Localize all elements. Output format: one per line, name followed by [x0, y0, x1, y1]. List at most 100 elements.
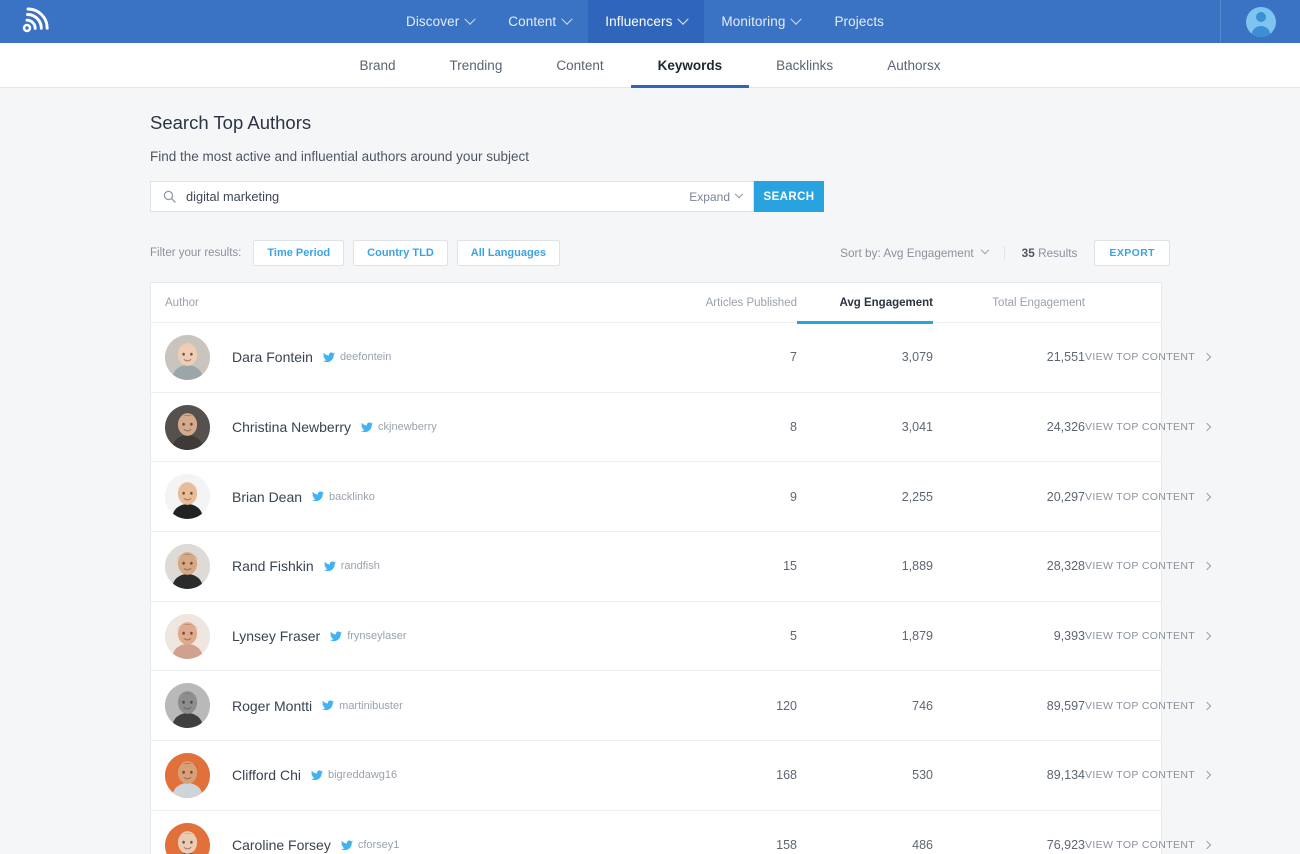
search-icon — [163, 190, 176, 203]
page-title: Search Top Authors — [150, 112, 1170, 134]
twitter-handle-link[interactable]: cforsey1 — [341, 839, 400, 851]
table-row[interactable]: Lynsey Fraser frynseylaser 5 1,879 9,393… — [151, 602, 1161, 672]
chevron-right-icon — [1203, 841, 1211, 849]
table-row[interactable]: Dara Fontein deefontein 7 3,079 21,551 V… — [151, 323, 1161, 393]
author-name[interactable]: Rand Fishkin — [232, 558, 314, 574]
view-top-content-link[interactable]: VIEW TOP CONTENT — [1085, 839, 1210, 851]
twitter-handle-link[interactable]: backlinko — [312, 491, 375, 503]
twitter-icon — [341, 840, 353, 851]
chevron-right-icon — [1203, 492, 1211, 500]
view-top-content-label: VIEW TOP CONTENT — [1085, 769, 1195, 781]
filter-chip-country-tld[interactable]: Country TLD — [353, 240, 448, 266]
author-name[interactable]: Caroline Forsey — [232, 837, 331, 853]
twitter-handle-link[interactable]: bigreddawg16 — [311, 769, 397, 781]
avg-engagement-value: 2,255 — [797, 462, 933, 531]
nav-item-influencers[interactable]: Influencers — [588, 0, 704, 43]
table-row[interactable]: Caroline Forsey cforsey1 158 486 76,923 … — [151, 811, 1161, 854]
column-header-articles-published[interactable]: Articles Published — [641, 283, 797, 323]
expand-dropdown[interactable]: Expand — [679, 190, 742, 204]
search-input[interactable] — [186, 189, 679, 204]
view-top-content-link[interactable]: VIEW TOP CONTENT — [1085, 421, 1210, 433]
view-top-content-label: VIEW TOP CONTENT — [1085, 491, 1195, 503]
author-cell: Roger Montti martinibuster — [165, 671, 641, 740]
nav-item-label: Content — [508, 14, 556, 29]
author-name[interactable]: Dara Fontein — [232, 349, 313, 365]
chevron-down-icon — [678, 13, 689, 24]
filter-chip-all-languages[interactable]: All Languages — [457, 240, 560, 266]
column-header-avg-engagement[interactable]: Avg Engagement — [797, 283, 933, 323]
tab-backlinks[interactable]: Backlinks — [749, 43, 860, 87]
twitter-handle-link[interactable]: ckjnewberry — [361, 421, 437, 433]
tab-keywords[interactable]: Keywords — [631, 43, 750, 87]
nav-item-discover[interactable]: Discover — [389, 0, 491, 43]
twitter-handle: martinibuster — [339, 700, 403, 712]
twitter-handle-link[interactable]: deefontein — [323, 351, 391, 363]
nav-item-projects[interactable]: Projects — [817, 0, 901, 43]
table-row[interactable]: Roger Montti martinibuster 120 746 89,59… — [151, 671, 1161, 741]
export-button[interactable]: EXPORT — [1094, 240, 1170, 266]
filter-right-group: Sort by: Avg Engagement 35 Results EXPOR… — [840, 240, 1170, 266]
view-top-content-cell: VIEW TOP CONTENT — [1085, 671, 1230, 740]
view-top-content-link[interactable]: VIEW TOP CONTENT — [1085, 630, 1210, 642]
view-top-content-label: VIEW TOP CONTENT — [1085, 421, 1195, 433]
tab-content[interactable]: Content — [529, 43, 630, 87]
articles-published-value: 7 — [641, 323, 797, 392]
view-top-content-link[interactable]: VIEW TOP CONTENT — [1085, 769, 1210, 781]
author-name[interactable]: Brian Dean — [232, 489, 302, 505]
view-top-content-link[interactable]: VIEW TOP CONTENT — [1085, 560, 1210, 572]
total-engagement-value: 21,551 — [933, 323, 1085, 392]
view-top-content-label: VIEW TOP CONTENT — [1085, 351, 1195, 363]
author-name[interactable]: Roger Montti — [232, 698, 312, 714]
avatar — [165, 405, 210, 450]
search-button[interactable]: SEARCH — [754, 181, 824, 212]
table-row[interactable]: Christina Newberry ckjnewberry 8 3,041 2… — [151, 393, 1161, 463]
avatar-photo-icon — [165, 544, 210, 589]
table-row[interactable]: Brian Dean backlinko 9 2,255 20,297 VIEW… — [151, 462, 1161, 532]
account-menu-button[interactable] — [1220, 0, 1300, 43]
view-top-content-label: VIEW TOP CONTENT — [1085, 700, 1195, 712]
avg-engagement-value: 3,041 — [797, 393, 933, 462]
column-header-total-engagement[interactable]: Total Engagement — [933, 283, 1085, 323]
twitter-icon — [361, 422, 373, 433]
view-top-content-cell: VIEW TOP CONTENT — [1085, 323, 1230, 392]
table-row[interactable]: Clifford Chi bigreddawg16 168 530 89,134… — [151, 741, 1161, 811]
column-header-author[interactable]: Author — [165, 283, 641, 323]
nav-spacer-right — [901, 0, 1220, 43]
brand-logo[interactable] — [0, 0, 70, 43]
avg-engagement-value: 1,879 — [797, 602, 933, 671]
twitter-handle-link[interactable]: martinibuster — [322, 700, 403, 712]
filter-chip-time-period[interactable]: Time Period — [253, 240, 344, 266]
nav-item-content[interactable]: Content — [491, 0, 588, 43]
author-name[interactable]: Lynsey Fraser — [232, 628, 320, 644]
author-name[interactable]: Clifford Chi — [232, 767, 301, 783]
author-name[interactable]: Christina Newberry — [232, 419, 351, 435]
view-top-content-link[interactable]: VIEW TOP CONTENT — [1085, 351, 1210, 363]
avatar — [165, 335, 210, 380]
articles-published-value: 9 — [641, 462, 797, 531]
twitter-icon — [311, 770, 323, 781]
view-top-content-link[interactable]: VIEW TOP CONTENT — [1085, 491, 1210, 503]
signal-wave-logo-icon — [18, 7, 52, 37]
view-top-content-cell: VIEW TOP CONTENT — [1085, 741, 1230, 810]
table-row[interactable]: Rand Fishkin randfish 15 1,889 28,328 VI… — [151, 532, 1161, 602]
sort-by-dropdown[interactable]: Sort by: Avg Engagement — [840, 246, 1005, 260]
view-top-content-cell: VIEW TOP CONTENT — [1085, 532, 1230, 601]
twitter-handle: backlinko — [329, 491, 375, 503]
tab-trending[interactable]: Trending — [423, 43, 530, 87]
sub-navigation-tabs: Brand Trending Content Keywords Backlink… — [0, 43, 1300, 88]
search-row: Expand SEARCH — [150, 181, 1170, 212]
twitter-handle-link[interactable]: frynseylaser — [330, 630, 406, 642]
author-cell: Dara Fontein deefontein — [165, 323, 641, 392]
twitter-handle-link[interactable]: randfish — [324, 560, 380, 572]
avatar — [165, 474, 210, 519]
total-engagement-value: 28,328 — [933, 532, 1085, 601]
view-top-content-link[interactable]: VIEW TOP CONTENT — [1085, 700, 1210, 712]
tab-label: Content — [556, 58, 603, 73]
nav-item-monitoring[interactable]: Monitoring — [704, 0, 817, 43]
articles-published-value: 168 — [641, 741, 797, 810]
twitter-icon — [323, 352, 335, 363]
search-box[interactable]: Expand — [150, 181, 754, 212]
tab-authorsx[interactable]: Authorsx — [860, 43, 967, 87]
tab-brand[interactable]: Brand — [333, 43, 423, 87]
total-engagement-value: 24,326 — [933, 393, 1085, 462]
